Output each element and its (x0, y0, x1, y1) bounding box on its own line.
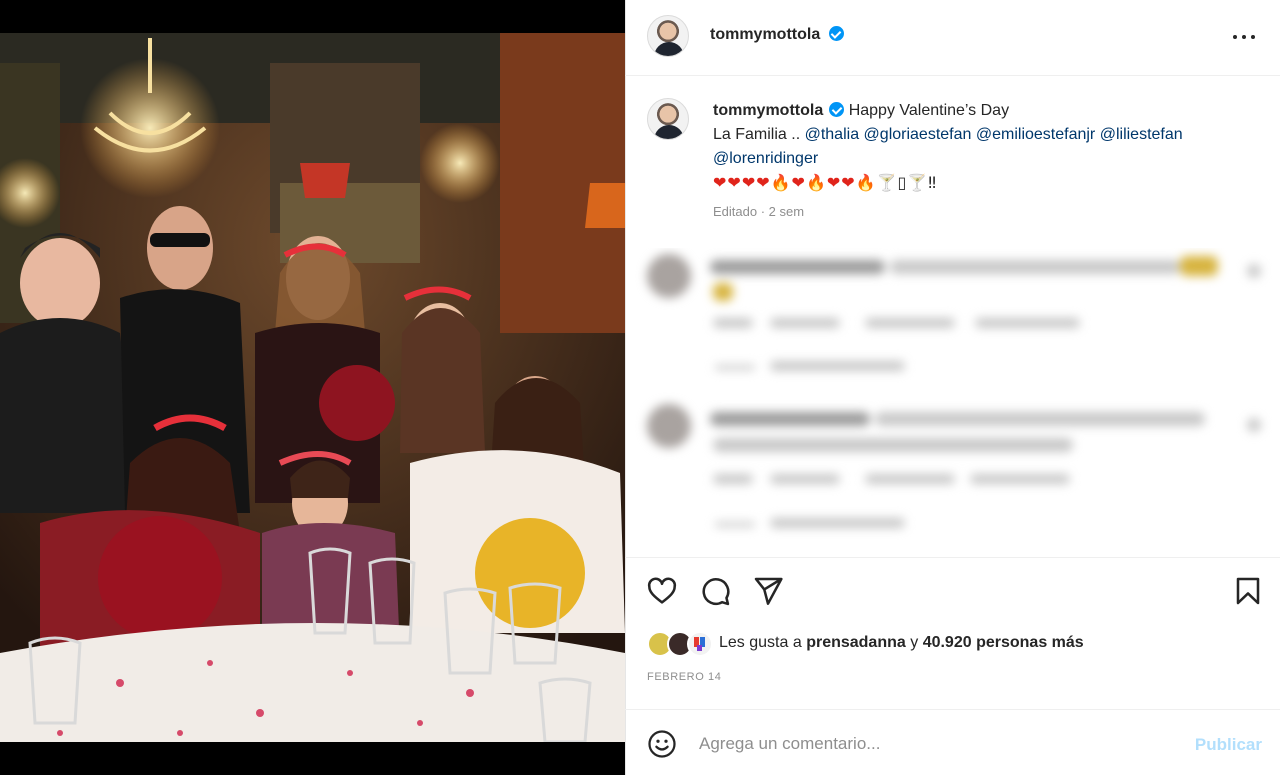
caption-text: tommymottola Happy Valentine’s Day La Fa… (713, 99, 1258, 196)
caption-line2-prefix: La Familia .. (713, 126, 801, 143)
post-photo[interactable] (0, 33, 625, 742)
publish-button[interactable]: Publicar (1195, 735, 1262, 755)
mention-liliestefan[interactable]: @liliestefan (1100, 126, 1183, 143)
bookmark-icon[interactable] (1232, 575, 1264, 607)
mention-thalia[interactable]: @thalia (805, 126, 860, 143)
likes-user[interactable]: prensadanna (806, 634, 906, 651)
more-options-icon[interactable] (1232, 25, 1258, 49)
author-username[interactable]: tommymottola (710, 26, 820, 43)
author-username-row: tommymottola (710, 26, 844, 44)
verified-badge-icon (829, 102, 845, 117)
instagram-post-viewer: tommymottola tommymottola Happy Valentin… (0, 0, 1280, 775)
author-avatar[interactable] (647, 15, 689, 57)
likes-conjunction: y (910, 634, 919, 651)
mention-gloriaestefan[interactable]: @gloriaestefan (864, 126, 972, 143)
caption-meta: Editado · 2 sem (713, 204, 805, 219)
post-detail-panel: tommymottola tommymottola Happy Valentin… (625, 0, 1280, 775)
comment-item (635, 248, 1275, 388)
restaurant-group-photo (0, 33, 625, 742)
emoji-line: ❤❤❤❤🔥❤🔥❤❤🔥🍸▯🍸‼ (713, 173, 938, 192)
post-date[interactable]: FEBRERO 14 (647, 671, 721, 683)
mention-lorenridinger[interactable]: @lorenridinger (713, 150, 818, 167)
liker-avatar[interactable] (687, 631, 713, 657)
comment-bubble-icon[interactable] (699, 575, 731, 607)
smiley-icon[interactable] (647, 729, 677, 759)
post-caption: tommymottola Happy Valentine’s Day La Fa… (625, 76, 1280, 246)
edited-time[interactable]: 2 sem (769, 204, 804, 219)
likes-summary[interactable]: Les gusta a prensadanna y 40.920 persona… (719, 634, 1084, 652)
caption-username[interactable]: tommymottola (713, 102, 823, 119)
paper-plane-icon[interactable] (752, 575, 784, 607)
likes-count[interactable]: 40.920 personas más (923, 634, 1084, 651)
caption-avatar[interactable] (647, 98, 689, 140)
post-header: tommymottola (625, 0, 1280, 76)
comment-input[interactable] (699, 730, 1169, 758)
heart-outline-icon[interactable] (646, 575, 678, 607)
emoji-suffix: ‼ (928, 173, 938, 192)
comments-list-blurred (635, 248, 1275, 553)
caption-line1: Happy Valentine’s Day (848, 102, 1010, 119)
mention-emilioestefanjr[interactable]: @emilioestefanjr (976, 126, 1095, 143)
likes-prefix: Les gusta a (719, 634, 802, 651)
photo-pane (0, 0, 625, 775)
comment-item (635, 398, 1275, 548)
edited-label: Editado (713, 204, 758, 219)
add-comment-bar: Publicar (625, 709, 1280, 775)
verified-badge-icon (828, 26, 844, 41)
likes-row: Les gusta a prensadanna y 40.920 persona… (647, 631, 1267, 657)
post-actions-bar (625, 557, 1280, 627)
